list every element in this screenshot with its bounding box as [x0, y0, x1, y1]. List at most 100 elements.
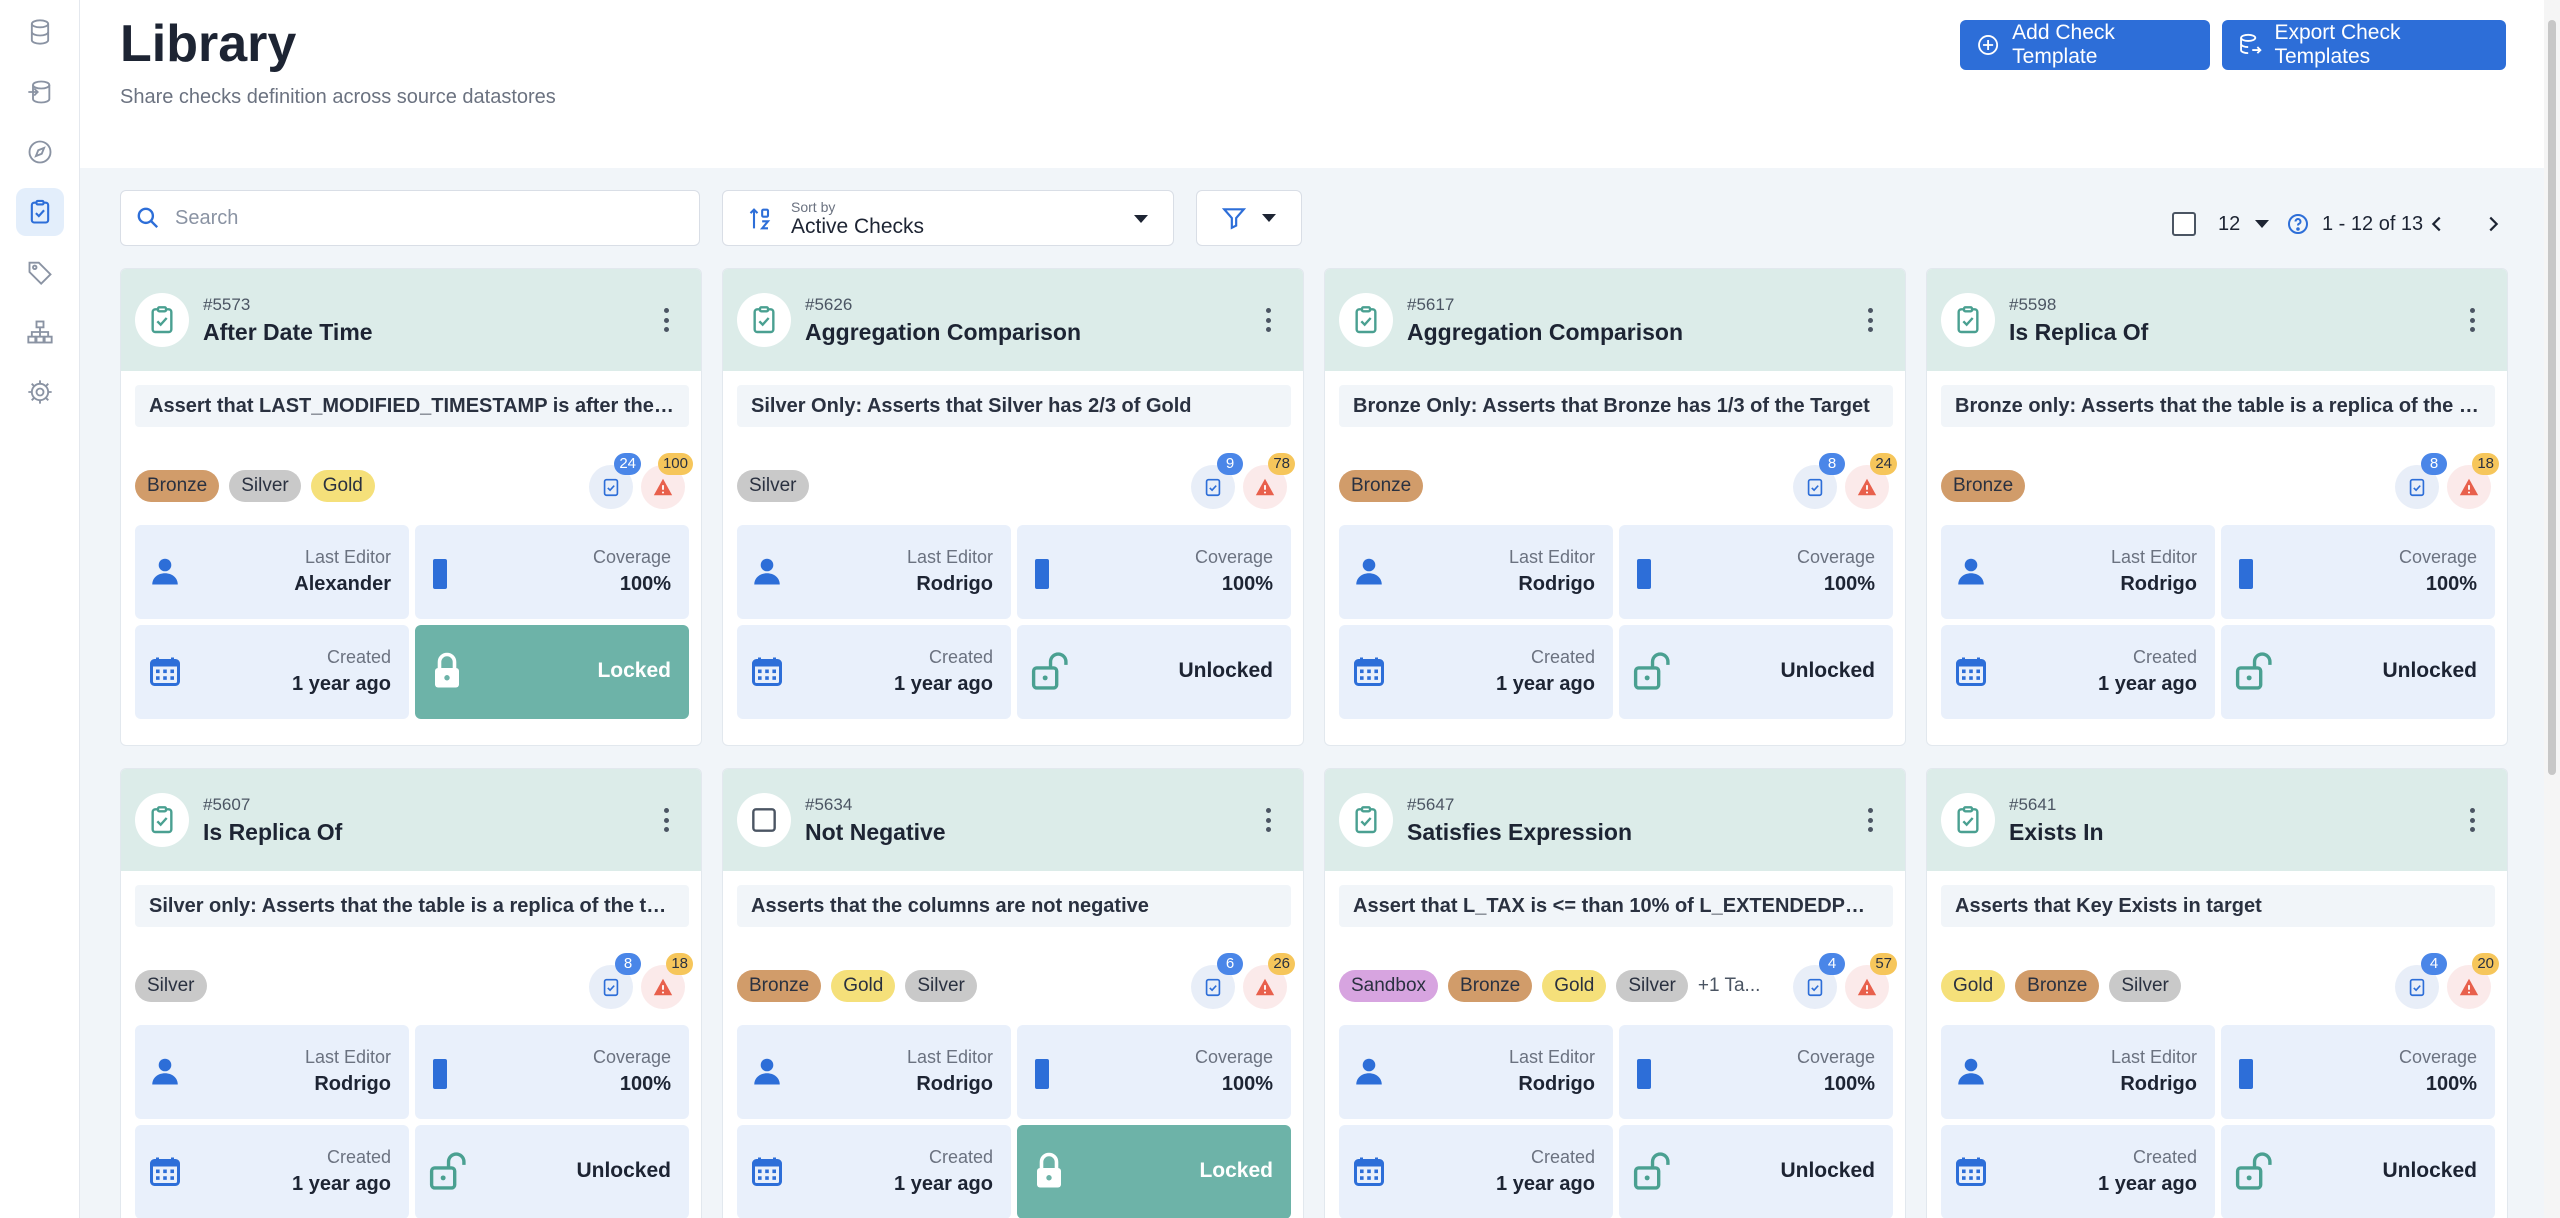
- tag-chip[interactable]: Gold: [1542, 970, 1607, 1002]
- check-template-card-5634[interactable]: #5634 Not Negative Asserts that the colu…: [722, 768, 1304, 1218]
- last-editor-label: Last Editor: [2110, 547, 2197, 567]
- sidebar-item-settings[interactable]: [16, 368, 64, 416]
- checks-badge[interactable]: 8: [2395, 453, 2447, 509]
- checks-count: 6: [1217, 953, 1243, 975]
- export-check-templates-button[interactable]: Export Check Templates: [2222, 20, 2506, 70]
- search-input[interactable]: [175, 206, 655, 230]
- search-box[interactable]: [120, 190, 700, 246]
- lock-status[interactable]: Locked: [1017, 1125, 1291, 1218]
- tag-chip[interactable]: Silver: [737, 470, 809, 502]
- help-icon-button[interactable]: [2286, 206, 2310, 242]
- last-editor-label: Last Editor: [906, 1047, 993, 1067]
- check-template-card-5607[interactable]: #5607 Is Replica Of Silver only: Asserts…: [120, 768, 702, 1218]
- tag-chip[interactable]: Silver: [2109, 970, 2181, 1002]
- created-value: 1 year ago: [292, 1173, 391, 1195]
- lock-status[interactable]: Locked: [415, 625, 689, 719]
- check-template-card-5617[interactable]: #5617 Aggregation Comparison Bronze Only…: [1324, 268, 1906, 746]
- hierarchy-icon: [27, 320, 53, 344]
- caret-down-icon: [2255, 220, 2270, 228]
- card-select-toggle[interactable]: [737, 293, 791, 347]
- gear-icon: [28, 380, 52, 404]
- scrollbar-thumb[interactable]: [2548, 20, 2556, 775]
- created-label: Created: [1530, 647, 1595, 667]
- sidebar-item-explore[interactable]: [16, 128, 64, 176]
- card-select-toggle[interactable]: [1339, 293, 1393, 347]
- card-select-toggle[interactable]: [135, 293, 189, 347]
- tag-chip[interactable]: Bronze: [2015, 970, 2100, 1002]
- tag-chip[interactable]: Silver: [135, 970, 207, 1002]
- tag-chip[interactable]: Silver: [229, 470, 301, 502]
- sort-select[interactable]: Sort by Active Checks: [722, 190, 1174, 246]
- add-check-template-button[interactable]: Add Check Template: [1960, 20, 2210, 70]
- more-options-icon[interactable]: [2467, 305, 2477, 335]
- lock-status[interactable]: Unlocked: [2221, 625, 2495, 719]
- tag-chip[interactable]: Silver: [1616, 970, 1688, 1002]
- lock-status[interactable]: Unlocked: [1017, 625, 1291, 719]
- sidebar-item-tags[interactable]: [16, 248, 64, 296]
- sidebar-item-flows[interactable]: [16, 68, 64, 116]
- checks-badge[interactable]: 8: [1793, 453, 1845, 509]
- sidebar-item-datastores[interactable]: [16, 8, 64, 56]
- compass-icon: [28, 140, 52, 164]
- check-template-card-5573[interactable]: #5573 After Date Time Assert that LAST_M…: [120, 268, 702, 746]
- card-select-toggle[interactable]: [135, 793, 189, 847]
- lock-status[interactable]: Unlocked: [1619, 625, 1893, 719]
- anomalies-badge[interactable]: 18: [2447, 453, 2499, 509]
- prev-page-button[interactable]: [2426, 206, 2448, 242]
- sidebar-item-hierarchy[interactable]: [16, 308, 64, 356]
- checks-badge[interactable]: 9: [1191, 453, 1243, 509]
- check-template-card-5626[interactable]: #5626 Aggregation Comparison Silver Only…: [722, 268, 1304, 746]
- checks-badge[interactable]: 4: [2395, 953, 2447, 1009]
- anomalies-badge[interactable]: 26: [1243, 953, 1295, 1009]
- checks-badge[interactable]: 4: [1793, 953, 1845, 1009]
- tag-chip[interactable]: Bronze: [737, 970, 822, 1002]
- tag-chip[interactable]: Bronze: [1448, 970, 1533, 1002]
- more-options-icon[interactable]: [661, 305, 671, 335]
- tag-chip[interactable]: Gold: [831, 970, 896, 1002]
- card-select-toggle[interactable]: [1339, 793, 1393, 847]
- filter-button[interactable]: [1196, 190, 1302, 246]
- tag-chip[interactable]: Gold: [1941, 970, 2006, 1002]
- tag-chip[interactable]: Sandbox: [1339, 970, 1439, 1002]
- checks-badge[interactable]: 24: [589, 453, 641, 509]
- tag-chip[interactable]: Silver: [905, 970, 977, 1002]
- anomalies-badge[interactable]: 24: [1845, 453, 1897, 509]
- last-editor-value: Rodrigo: [314, 1073, 391, 1095]
- check-template-card-5598[interactable]: #5598 Is Replica Of Bronze only: Asserts…: [1926, 268, 2508, 746]
- anomalies-badge[interactable]: 18: [641, 953, 693, 1009]
- lock-status[interactable]: Unlocked: [2221, 1125, 2495, 1218]
- lock-status-label: Unlocked: [1780, 659, 1875, 682]
- card-select-toggle[interactable]: [1941, 293, 1995, 347]
- check-template-card-5647[interactable]: #5647 Satisfies Expression Assert that L…: [1324, 768, 1906, 1218]
- anomalies-badge[interactable]: 78: [1243, 453, 1295, 509]
- lock-status[interactable]: Unlocked: [1619, 1125, 1893, 1218]
- scrollbar[interactable]: [2544, 0, 2560, 1218]
- coverage-stat: Coverage 100%: [1619, 1025, 1893, 1119]
- select-all-checkbox[interactable]: [2172, 206, 2196, 242]
- card-select-toggle[interactable]: [1941, 793, 1995, 847]
- sidebar-item-library[interactable]: [16, 188, 64, 236]
- anomalies-badge[interactable]: 57: [1845, 953, 1897, 1009]
- more-options-icon[interactable]: [1263, 305, 1273, 335]
- lock-status[interactable]: Unlocked: [415, 1125, 689, 1218]
- checks-badge[interactable]: 6: [1191, 953, 1243, 1009]
- next-page-button[interactable]: [2482, 206, 2504, 242]
- more-options-icon[interactable]: [661, 805, 671, 835]
- card-select-toggle[interactable]: [737, 793, 791, 847]
- more-tags[interactable]: +1 Ta...: [1698, 975, 1761, 997]
- more-options-icon[interactable]: [1865, 305, 1875, 335]
- more-options-icon[interactable]: [1263, 805, 1273, 835]
- tag-chip[interactable]: Bronze: [135, 470, 220, 502]
- tag-chip[interactable]: Bronze: [1339, 470, 1424, 502]
- tag-chip[interactable]: Gold: [310, 470, 375, 502]
- page-size-select[interactable]: 12: [2218, 206, 2270, 242]
- more-options-icon[interactable]: [1865, 805, 1875, 835]
- checks-badge[interactable]: 8: [589, 953, 641, 1009]
- anomalies-badge[interactable]: 20: [2447, 953, 2499, 1009]
- anomalies-badge[interactable]: 100: [641, 453, 693, 509]
- tag-chip[interactable]: Bronze: [1941, 470, 2026, 502]
- check-template-card-5641[interactable]: #5641 Exists In Asserts that Key Exists …: [1926, 768, 2508, 1218]
- more-options-icon[interactable]: [2467, 805, 2477, 835]
- unlock-icon: [1633, 652, 1670, 690]
- database-icon: [30, 19, 50, 45]
